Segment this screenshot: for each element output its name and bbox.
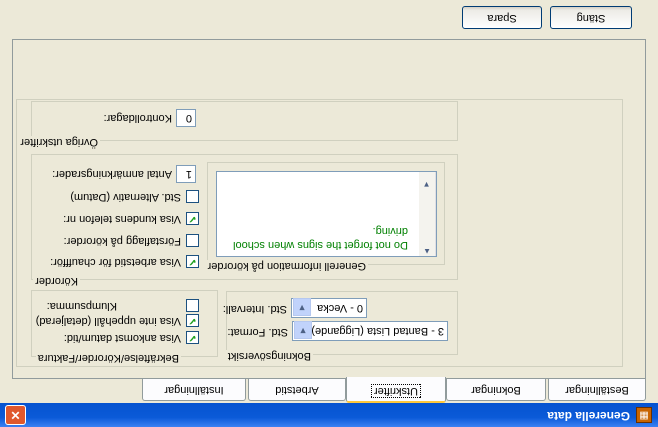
memo-scrollbar[interactable]: ▲ ▼ bbox=[419, 172, 436, 256]
visa-inte-uppehall-label: Visa inte uppehåll (detaljerad) bbox=[35, 315, 181, 327]
visa-ankomst-checkbox[interactable]: ✔ bbox=[186, 331, 199, 344]
tab-label: Bokningar bbox=[471, 384, 521, 396]
title-bar: ▦ Generella data ✕ bbox=[0, 403, 658, 427]
tab-arbetstid[interactable]: Arbetstid bbox=[248, 379, 346, 401]
std-format-value: 3 - Bantad Lista (Liggande) bbox=[311, 325, 444, 337]
group-bokningsoversikt-legend: Bokningsöversikt bbox=[225, 350, 313, 362]
general-info-legend: Generell information på körorder bbox=[205, 260, 368, 272]
forstaflagg-checkbox[interactable] bbox=[186, 234, 199, 247]
visa-telefon-label: Visa kundens telefon nr: bbox=[63, 213, 181, 225]
std-format-label: Std. Format: bbox=[227, 326, 288, 338]
std-alternativ-label: Std. Alternativ (Datum) bbox=[70, 191, 181, 203]
scroll-down-icon[interactable]: ▼ bbox=[418, 172, 435, 189]
app-icon: ▦ bbox=[636, 407, 652, 423]
chevron-down-icon: ▼ bbox=[293, 298, 311, 316]
visa-arbetstid-checkbox[interactable]: ✔ bbox=[186, 255, 199, 268]
window-content-rotated: ▦ Generella data ✕ Beställningar Bokning… bbox=[0, 0, 658, 427]
visa-telefon-checkbox[interactable]: ✔ bbox=[186, 212, 199, 225]
visa-ankomst-label: Visa ankomst datum/tid: bbox=[63, 332, 181, 344]
klumpsumma-checkbox[interactable] bbox=[186, 299, 199, 312]
group-bekraftelse-legend: Bekräftelse/Körorder/Faktura bbox=[35, 352, 181, 364]
kontrolldagar-label: Kontrolldagar: bbox=[103, 112, 173, 124]
visa-arbetstid-label: Visa arbetstid för chauffför: bbox=[50, 256, 181, 268]
tab-label: Arbetstid bbox=[275, 384, 319, 396]
antal-anmarkningsrader-input[interactable]: 1 bbox=[176, 165, 196, 183]
std-format-select[interactable]: ▼ 3 - Bantad Lista (Liggande) bbox=[292, 321, 448, 341]
tab-installningar[interactable]: Inställningar bbox=[142, 379, 246, 401]
tab-bestallningar[interactable]: Beställningar bbox=[548, 379, 646, 401]
std-alternativ-checkbox[interactable] bbox=[186, 190, 199, 203]
std-interval-value: 0 - Vecka bbox=[317, 302, 363, 314]
group-ovriga bbox=[31, 101, 458, 141]
tab-bokningar[interactable]: Bokningar bbox=[446, 379, 546, 401]
spara-button[interactable]: Spara bbox=[462, 6, 542, 29]
std-interval-label: Std. Intervall: bbox=[222, 303, 287, 315]
close-button[interactable]: ✕ bbox=[5, 405, 26, 425]
general-info-line-1: Do not forget the signs when school bbox=[233, 239, 408, 251]
group-ovriga-legend: Övriga utskrifter bbox=[18, 136, 100, 148]
tab-label: Inställningar bbox=[164, 384, 224, 396]
window-title: Generella data bbox=[547, 409, 630, 423]
tab-utskrifter[interactable]: Utskrifter bbox=[346, 377, 446, 403]
stang-button[interactable]: Stäng bbox=[550, 6, 632, 29]
chevron-down-icon: ▼ bbox=[294, 321, 312, 339]
std-interval-select[interactable]: ▼ 0 - Vecka bbox=[291, 298, 367, 318]
window: ▦ Generella data ✕ Beställningar Bokning… bbox=[0, 0, 658, 427]
tab-label: Beställningar bbox=[565, 384, 629, 396]
scroll-up-icon[interactable]: ▲ bbox=[419, 239, 435, 256]
tab-label: Utskrifter bbox=[371, 384, 421, 398]
group-korordrer-legend: Körorder bbox=[33, 275, 80, 287]
general-info-textarea[interactable]: ▲ ▼ Do not forget the signs when school … bbox=[216, 171, 437, 257]
visa-inte-uppehall-checkbox[interactable]: ✔ bbox=[186, 314, 199, 327]
general-info-line-2: driving. bbox=[372, 225, 408, 237]
antal-anmarkningsrader-label: Antal anmärkningsrader: bbox=[52, 168, 172, 180]
klumpsumma-label: Klumpsumma: bbox=[46, 300, 117, 312]
forstaflagg-label: Förstaflagg på körorder: bbox=[63, 235, 181, 247]
kontrolldagar-input[interactable]: 0 bbox=[176, 109, 196, 127]
